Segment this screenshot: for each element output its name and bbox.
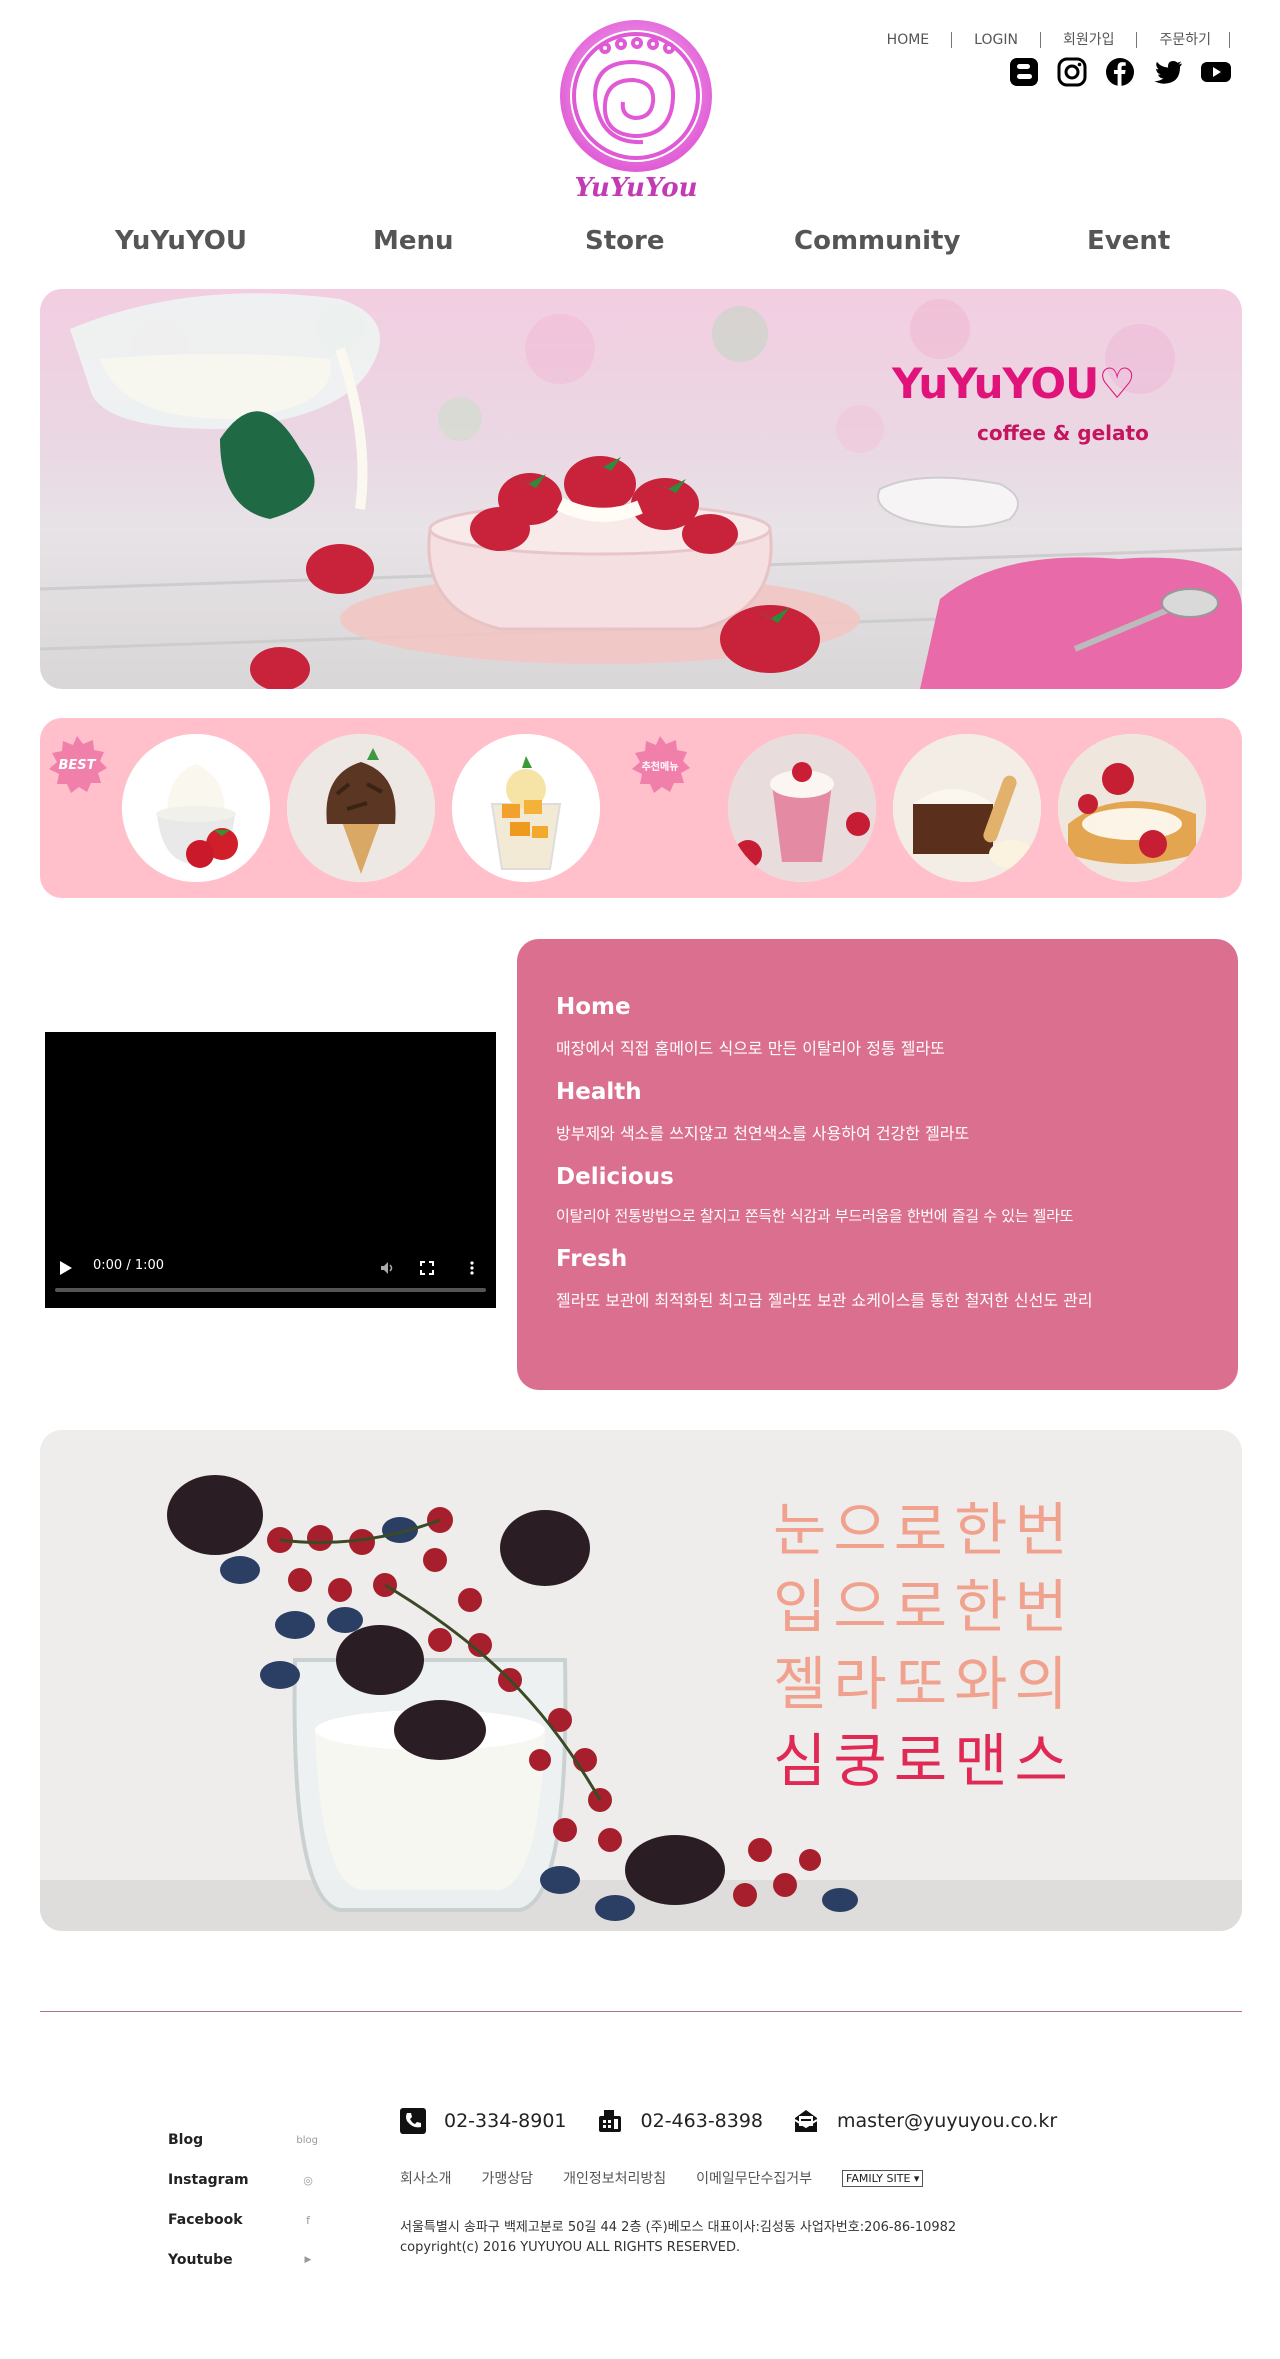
footer-link-privacy[interactable]: 개인정보처리방침 xyxy=(563,2168,666,2188)
signup-link[interactable]: 회원가입 xyxy=(1041,32,1138,48)
footer-sns-instagram[interactable]: Instagram ◎ xyxy=(168,2160,318,2200)
footer-divider xyxy=(40,2011,1242,2012)
menu-thumb-chocolate-cake[interactable] xyxy=(893,734,1041,882)
yuyuyou-logo[interactable]: YuYuYou xyxy=(555,18,717,208)
best-menu-strip: BEST 추천메뉴 xyxy=(40,718,1242,898)
feature-text-fresh: 젤라또 보관에 최적화된 최고급 젤라또 보관 쇼케이스를 통한 철저한 신선도… xyxy=(556,1291,1093,1310)
video-controls: 0:00 / 1:00 xyxy=(45,1248,496,1308)
blog-icon[interactable]: blog xyxy=(296,2130,318,2150)
video-progress-bar[interactable] xyxy=(55,1288,486,1292)
slogan: 눈으로한번 입으로한번 젤라또와의 심쿵로맨스 xyxy=(773,1492,1075,1800)
facebook-icon[interactable]: f xyxy=(298,2210,318,2230)
login-link[interactable]: LOGIN xyxy=(952,32,1041,48)
twitter-icon[interactable] xyxy=(1152,56,1184,88)
footer-contact: 02-334-8901 02-463-8398 master@yuyuyou.c… xyxy=(400,2108,1087,2134)
nav-menu[interactable]: Menu xyxy=(373,226,454,256)
home-link[interactable]: HOME xyxy=(865,32,953,48)
feature-title-home: Home xyxy=(556,994,631,1020)
top-links: HOME LOGIN 회원가입 주문하기 xyxy=(865,32,1230,48)
play-icon[interactable] xyxy=(59,1260,73,1276)
footer-link-company[interactable]: 회사소개 xyxy=(400,2168,452,2188)
menu-thumb-chocolate-cone[interactable] xyxy=(287,734,435,882)
phone-icon xyxy=(400,2108,426,2134)
fax-number[interactable]: 02-463-8398 xyxy=(641,2110,764,2132)
footer-copyright: copyright(c) 2016 YUYUYOU ALL RIGHTS RES… xyxy=(400,2240,741,2255)
instagram-icon[interactable]: ◎ xyxy=(298,2170,318,2190)
footer-links: 회사소개 가맹상담 개인정보처리방침 이메일무단수집거부 FAMILY SITE… xyxy=(400,2168,924,2188)
main-nav: YuYuYOU Menu Store Community Event xyxy=(0,218,1280,268)
order-link[interactable]: 주문하기 xyxy=(1137,32,1230,48)
feature-text-home: 매장에서 직접 홈메이드 식으로 만든 이탈리아 정통 젤라또 xyxy=(556,1039,945,1058)
nav-community[interactable]: Community xyxy=(794,226,960,256)
footer-sns-facebook[interactable]: Facebook f xyxy=(168,2200,318,2240)
youtube-icon[interactable]: ▶ xyxy=(298,2250,318,2270)
berry-banner: 눈으로한번 입으로한번 젤라또와의 심쿵로맨스 xyxy=(40,1430,1242,1931)
slogan-line-1: 눈으로한번 xyxy=(773,1496,1075,1564)
features-panel: Home 매장에서 직접 홈메이드 식으로 만든 이탈리아 정통 젤라또 Hea… xyxy=(517,939,1238,1390)
footer-sns-blog[interactable]: Blog blog xyxy=(168,2120,318,2160)
hero-brand: YuYuYOU♡ xyxy=(892,359,1136,408)
nav-store[interactable]: Store xyxy=(585,226,664,256)
nav-event[interactable]: Event xyxy=(1087,226,1170,256)
email-address[interactable]: master@yuyuyou.co.kr xyxy=(837,2110,1057,2132)
svg-text:YuYuYou: YuYuYou xyxy=(575,173,698,203)
best-badge: BEST xyxy=(46,734,108,796)
feature-text-delicious: 이탈리아 전통방법으로 찰지고 쫀득한 식감과 부드러움을 한번에 즐길 수 있… xyxy=(556,1207,1074,1225)
blogger-icon[interactable] xyxy=(1008,56,1040,88)
footer-address: 서울특별시 송파구 백제고분로 50길 44 2층 (주)베모스 대표이사:김성… xyxy=(400,2220,957,2235)
menu-thumb-soft-serve[interactable] xyxy=(122,734,270,882)
email-icon xyxy=(794,2110,818,2132)
footer-sns: Blog blog Instagram ◎ Facebook f Youtube… xyxy=(168,2120,318,2280)
more-options-icon[interactable] xyxy=(470,1261,474,1275)
hero-subtitle: coffee & gelato xyxy=(977,421,1149,445)
hero-banner: YuYuYOU♡ coffee & gelato xyxy=(40,289,1242,689)
video-time: 0:00 / 1:00 xyxy=(93,1258,165,1273)
slogan-line-2: 입으로한번 xyxy=(773,1573,1075,1641)
hero-image xyxy=(40,289,1242,689)
feature-title-fresh: Fresh xyxy=(556,1246,628,1272)
footer-link-email-policy[interactable]: 이메일무단수집거부 xyxy=(696,2168,812,2188)
feature-text-health: 방부제와 색소를 쓰지않고 천연색소를 사용하여 건강한 젤라또 xyxy=(556,1124,970,1143)
nav-yuyuyou[interactable]: YuYuYOU xyxy=(115,226,247,256)
family-site-select[interactable]: FAMILY SITE ▾ xyxy=(842,2169,924,2187)
youtube-icon[interactable] xyxy=(1200,56,1232,88)
menu-thumb-strawberry-pastry[interactable] xyxy=(1058,734,1206,882)
fullscreen-icon[interactable] xyxy=(420,1261,434,1275)
fax-icon xyxy=(598,2110,621,2132)
feature-title-health: Health xyxy=(556,1079,642,1105)
menu-thumb-mango-bingsu[interactable] xyxy=(452,734,600,882)
footer-link-franchise[interactable]: 가맹상담 xyxy=(482,2168,534,2188)
slogan-line-3: 젤라또와의 xyxy=(773,1650,1075,1718)
volume-icon[interactable] xyxy=(380,1261,396,1275)
feature-title-delicious: Delicious xyxy=(556,1164,674,1190)
menu-thumb-strawberry-shake[interactable] xyxy=(728,734,876,882)
footer-address-block: 서울특별시 송파구 백제고분로 50길 44 2층 (주)베모스 대표이사:김성… xyxy=(400,2218,956,2258)
phone-number[interactable]: 02-334-8901 xyxy=(444,2110,567,2132)
recommend-badge: 추천메뉴 xyxy=(629,734,691,796)
video-player[interactable]: 0:00 / 1:00 xyxy=(45,1032,496,1308)
instagram-icon[interactable] xyxy=(1056,56,1088,88)
slogan-line-4: 심쿵로맨스 xyxy=(773,1727,1075,1795)
facebook-icon[interactable] xyxy=(1104,56,1136,88)
footer-sns-youtube[interactable]: Youtube ▶ xyxy=(168,2240,318,2280)
social-icons xyxy=(1008,56,1232,88)
